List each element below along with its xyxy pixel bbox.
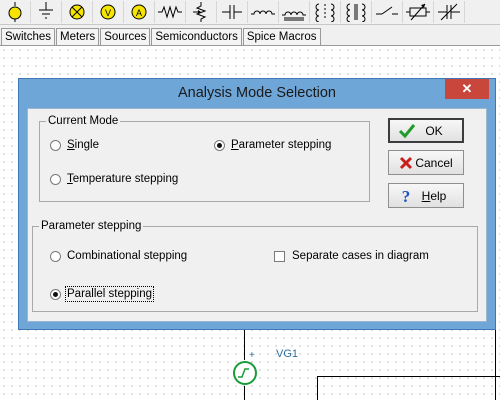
help-button-label-rest: elp bbox=[430, 188, 447, 203]
help-button-label: Help bbox=[415, 189, 463, 203]
cancel-x-icon bbox=[397, 154, 415, 172]
tab-sources[interactable]: Sources bbox=[100, 28, 151, 45]
svg-text:?: ? bbox=[402, 187, 411, 205]
radio-temperature-stepping[interactable]: Temperature stepping bbox=[50, 173, 178, 185]
radio-parallel-stepping-label: Parallel stepping bbox=[64, 286, 155, 302]
radio-temperature-stepping-label-rest: emperature stepping bbox=[72, 173, 179, 185]
source-polarity-label: + bbox=[249, 350, 255, 361]
radio-single-label: Single bbox=[67, 139, 99, 151]
ok-button-label: OK bbox=[425, 123, 443, 138]
variable-resistor-icon[interactable] bbox=[403, 1, 434, 23]
close-button[interactable]: ✕ bbox=[445, 79, 489, 99]
transformer-core-icon[interactable] bbox=[341, 1, 372, 23]
ok-button[interactable]: OK bbox=[388, 118, 464, 143]
tab-meters[interactable]: Meters bbox=[56, 28, 100, 45]
radio-parallel-stepping-circle[interactable] bbox=[50, 288, 61, 300]
radio-single-circle[interactable] bbox=[50, 139, 61, 151]
current-mode-legend: Current Mode bbox=[48, 115, 119, 127]
radio-parameter-stepping[interactable]: Parameter stepping bbox=[214, 139, 331, 151]
schematic-wire-right bbox=[317, 376, 500, 377]
ammeter-icon[interactable] bbox=[0, 1, 31, 23]
help-question-icon: ? bbox=[397, 187, 415, 205]
schematic-wire-vertical-lower bbox=[244, 386, 245, 400]
cancel-button-label: Cancel bbox=[415, 155, 453, 170]
resistor-icon[interactable] bbox=[155, 1, 186, 23]
radio-temperature-stepping-circle[interactable] bbox=[50, 173, 61, 185]
radio-parameter-stepping-circle[interactable] bbox=[214, 139, 225, 151]
schematic-wire-vertical bbox=[244, 330, 245, 360]
dialog-title: Analysis Mode Selection bbox=[178, 85, 336, 101]
checkbox-separate-cases-box[interactable] bbox=[274, 250, 285, 262]
schematic-wire-right-drop bbox=[317, 376, 318, 400]
component-category-tabs: Switches Meters Sources Semiconductors S… bbox=[0, 25, 500, 46]
tab-spice-macros[interactable]: Spice Macros bbox=[242, 28, 321, 45]
analysis-mode-dialog: Analysis Mode Selection ✕ Current Mode S… bbox=[18, 78, 496, 330]
radio-combinational-stepping[interactable]: Combinational stepping bbox=[50, 250, 187, 262]
cancel-button[interactable]: Cancel bbox=[388, 150, 464, 175]
radio-parameter-stepping-accelerator: P bbox=[231, 139, 239, 151]
switch-icon[interactable] bbox=[372, 1, 403, 23]
inductor-icon[interactable] bbox=[248, 1, 279, 23]
variable-capacitor-icon[interactable] bbox=[434, 1, 465, 23]
radio-combinational-stepping-circle[interactable] bbox=[50, 250, 61, 262]
radio-parallel-stepping[interactable]: Parallel stepping bbox=[50, 286, 155, 302]
radio-single-accelerator: S bbox=[67, 139, 75, 151]
radio-combinational-stepping-label: Combinational stepping bbox=[67, 250, 188, 262]
radio-single[interactable]: Single bbox=[50, 139, 99, 151]
svg-text:A: A bbox=[136, 8, 142, 18]
tab-switches[interactable]: Switches bbox=[1, 28, 56, 45]
ground-icon[interactable] bbox=[31, 1, 62, 23]
tab-semiconductors[interactable]: Semiconductors bbox=[151, 28, 242, 45]
dialog-title-bar[interactable]: Analysis Mode Selection ✕ bbox=[19, 79, 495, 107]
potentiometer-icon[interactable] bbox=[186, 1, 217, 23]
capacitor-icon[interactable] bbox=[217, 1, 248, 23]
coupled-inductor-icon[interactable] bbox=[310, 1, 341, 23]
checkbox-separate-cases-label: Separate cases in diagram bbox=[292, 250, 429, 262]
svg-text:V: V bbox=[105, 8, 111, 18]
transformer-icon[interactable] bbox=[279, 1, 310, 23]
lamp-icon[interactable] bbox=[62, 1, 93, 23]
checkmark-icon bbox=[398, 122, 416, 140]
radio-parameter-stepping-label-rest: arameter stepping bbox=[238, 139, 332, 151]
voltmeter-icon[interactable]: V bbox=[93, 1, 124, 23]
radio-single-label-rest: ingle bbox=[74, 139, 99, 151]
voltage-generator-icon[interactable] bbox=[232, 360, 258, 386]
schematic-wire-far-right bbox=[495, 330, 496, 400]
help-button[interactable]: ? Help bbox=[388, 183, 464, 208]
radio-temperature-stepping-label: Temperature stepping bbox=[67, 173, 178, 185]
current-mode-group: Current Mode bbox=[39, 115, 370, 202]
radio-parameter-stepping-label: Parameter stepping bbox=[231, 139, 331, 151]
component-toolbar: V A bbox=[0, 0, 500, 25]
dialog-content: Current Mode Single Parameter stepping T… bbox=[27, 108, 487, 322]
source-name-label: VG1 bbox=[276, 348, 299, 360]
ammeter-meter-icon[interactable]: A bbox=[124, 1, 155, 23]
parameter-stepping-legend: Parameter stepping bbox=[41, 220, 142, 232]
checkbox-separate-cases[interactable]: Separate cases in diagram bbox=[274, 250, 429, 262]
